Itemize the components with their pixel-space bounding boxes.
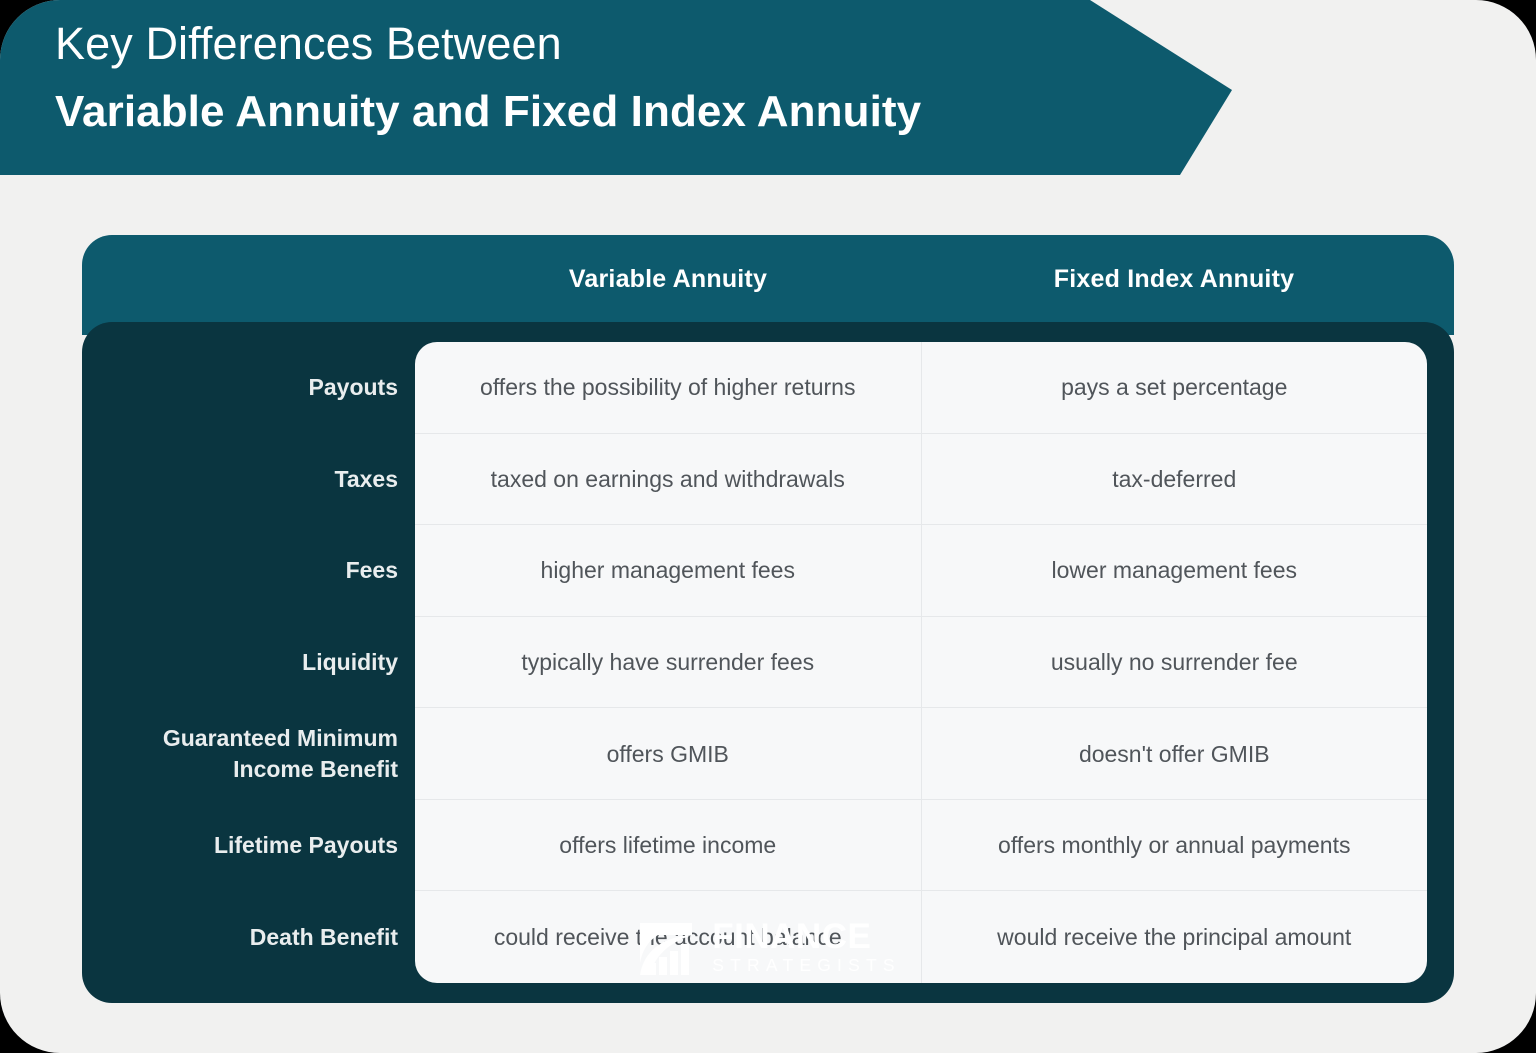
table-header-row: Variable Annuity Fixed Index Annuity xyxy=(415,235,1427,323)
cell-gmib-fixed-index-annuity: doesn't offer GMIB xyxy=(1078,740,1270,767)
table-header-strip: Variable Annuity Fixed Index Annuity xyxy=(82,235,1454,335)
cell-liquidity-variable-annuity: typically have surrender fees xyxy=(415,616,922,708)
row-label-guaranteed-minimum-income-benefit: Guaranteed Minimum Income Benefit xyxy=(162,725,398,783)
rising-bar-chart-swoosh-icon xyxy=(634,917,698,977)
column-header-fixed-index-annuity: Fixed Index Annuity xyxy=(1053,264,1295,293)
cell-liquidity-fixed-index-annuity: usually no surrender fee xyxy=(1050,648,1298,675)
row-label-fees: Fees xyxy=(345,557,398,584)
cell-taxes-variable-annuity: taxed on earnings and withdrawals xyxy=(415,433,922,525)
table-row: taxed on earnings and withdrawals tax-de… xyxy=(415,433,1427,526)
cell-payouts-variable-annuity: offers the possibility of higher returns xyxy=(415,342,922,433)
table-row: typically have surrender fees usually no… xyxy=(415,616,1427,709)
comparison-panel: offers the possibility of higher returns… xyxy=(415,342,1427,983)
table-row: offers lifetime income offers monthly or… xyxy=(415,799,1427,892)
row-label-payouts: Payouts xyxy=(308,374,398,401)
brand-logo-text: FINANCE STRATEGISTS xyxy=(712,917,901,976)
cell-fees-fixed-index-annuity: lower management fees xyxy=(1051,557,1297,584)
brand-logo: FINANCE STRATEGISTS xyxy=(82,917,1454,977)
cell-gmib-variable-annuity: offers GMIB xyxy=(415,708,922,799)
cell-fees-variable-annuity: higher management fees xyxy=(415,525,922,616)
page-title-line-2: Variable Annuity and Fixed Index Annuity xyxy=(55,87,922,136)
cell-taxes-fixed-index-annuity: tax-deferred xyxy=(1112,465,1237,492)
table-row: offers the possibility of higher returns… xyxy=(415,342,1427,434)
table-grid: Payouts Taxes Fees Liquidity Guaranteed … xyxy=(82,322,1454,1003)
cell-lifetime-payouts-variable-annuity: offers lifetime income xyxy=(415,799,922,891)
table-body: Payouts Taxes Fees Liquidity Guaranteed … xyxy=(82,322,1454,1003)
column-header-variable-annuity: Variable Annuity xyxy=(568,264,768,293)
row-label-lifetime-payouts: Lifetime Payouts xyxy=(213,832,398,859)
table-row: higher management fees lower management … xyxy=(415,525,1427,617)
cell-payouts-fixed-index-annuity: pays a set percentage xyxy=(1061,374,1288,401)
header-banner-text: Key Differences Between Variable Annuity… xyxy=(55,14,1115,143)
page-title-line-1: Key Differences Between xyxy=(55,18,562,69)
comparison-table-card: Variable Annuity Fixed Index Annuity Pay… xyxy=(82,235,1454,1003)
row-label-column: Payouts Taxes Fees Liquidity Guaranteed … xyxy=(82,322,415,1003)
table-row: offers GMIB doesn't offer GMIB xyxy=(415,708,1427,800)
brand-name-secondary: STRATEGISTS xyxy=(712,955,901,975)
header-banner: Key Differences Between Variable Annuity… xyxy=(0,0,1232,175)
row-label-liquidity: Liquidity xyxy=(302,648,398,675)
infographic-canvas: Key Differences Between Variable Annuity… xyxy=(0,0,1536,1053)
row-label-taxes: Taxes xyxy=(334,465,398,492)
cell-lifetime-payouts-fixed-index-annuity: offers monthly or annual payments xyxy=(998,832,1351,859)
brand-name-primary: FINANCE xyxy=(712,917,872,956)
